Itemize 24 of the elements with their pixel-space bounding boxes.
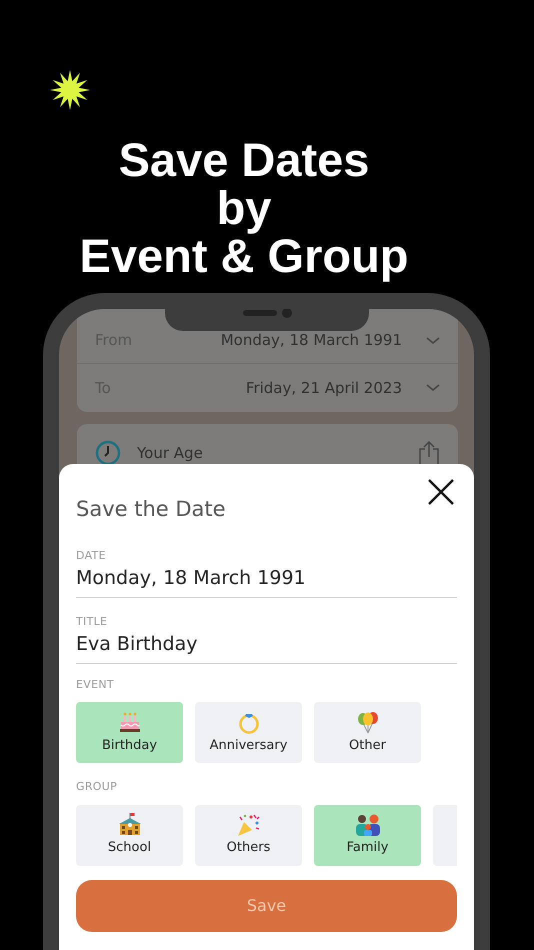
speaker-grille [243, 310, 277, 316]
option-chip[interactable]: Birthday [76, 702, 183, 763]
chevron-icon[interactable] [426, 336, 440, 344]
close-icon[interactable] [427, 478, 455, 506]
clock-icon [95, 440, 121, 466]
field-label: DATE [76, 548, 107, 564]
field-label: TITLE [76, 614, 108, 630]
option-chip[interactable]: School [76, 804, 183, 866]
chevron-icon[interactable] [426, 384, 440, 392]
family-icon [354, 812, 382, 838]
starburst-icon [49, 70, 91, 110]
camera-dot [282, 309, 292, 318]
headline: Save Dates [118, 136, 370, 184]
section-label: EVENT [76, 676, 115, 692]
option-chip[interactable]: Others [195, 804, 302, 866]
input-field[interactable]: Eva Birthday [76, 630, 457, 664]
sheet-title: Save the Date [76, 496, 226, 523]
option-chip[interactable]: Anniversary [195, 702, 302, 763]
input-field[interactable]: Monday, 18 March 1991 [76, 564, 457, 598]
headline: by [216, 184, 272, 232]
card-title: Your Age [137, 442, 203, 464]
option-chip[interactable]: Other [314, 702, 421, 763]
option-chip[interactable]: Family [314, 804, 421, 866]
section-label: GROUP [76, 779, 118, 795]
